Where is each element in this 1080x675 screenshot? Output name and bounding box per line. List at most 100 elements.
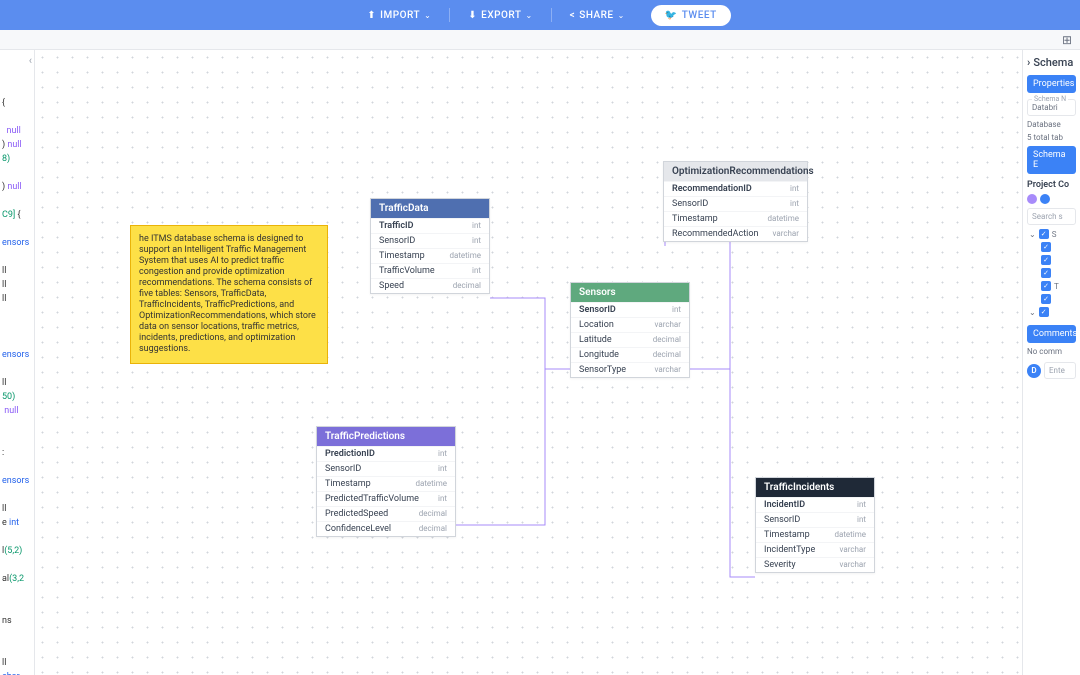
- table-column-row[interactable]: SensorID int: [664, 196, 807, 211]
- table-column-row[interactable]: PredictedTrafficVolumeint: [317, 491, 455, 506]
- table-column-row[interactable]: SensorIDint: [571, 302, 689, 317]
- table-optimizationrecommendations[interactable]: OptimizationRecommendations Recommendati…: [663, 161, 808, 242]
- color-dot-blue[interactable]: [1040, 194, 1050, 204]
- table-column-row[interactable]: Longitudedecimal: [571, 347, 689, 362]
- table-column-row[interactable]: Latitudedecimal: [571, 332, 689, 347]
- collapse-code-icon[interactable]: ‹: [29, 54, 32, 68]
- table-trafficincidents[interactable]: TrafficIncidents IncidentIDintSensorIDin…: [755, 477, 875, 573]
- share-button[interactable]: < SHARE ⌄: [552, 10, 643, 21]
- table-column-row[interactable]: IncidentIDint: [756, 497, 874, 512]
- table-column-row[interactable]: SensorIDint: [756, 512, 874, 527]
- tree-root[interactable]: ⌄✓S: [1027, 229, 1076, 239]
- checkbox-icon[interactable]: ✓: [1039, 229, 1049, 239]
- table-trafficdata[interactable]: TrafficData TrafficIDintSensorIDintTimes…: [370, 198, 490, 294]
- database-label: Database: [1027, 120, 1076, 129]
- column-name: ConfidenceLevel: [325, 524, 391, 534]
- table-column-row[interactable]: SensorTypevarchar: [571, 362, 689, 377]
- chevron-down-icon: ⌄: [1029, 230, 1036, 239]
- table-column-row[interactable]: Locationvarchar: [571, 317, 689, 332]
- schema-note[interactable]: he ITMS database schema is designed to s…: [130, 225, 328, 364]
- table-column-row[interactable]: SensorIDint: [317, 461, 455, 476]
- table-column-row[interactable]: RecommendedActionvarchar: [664, 226, 807, 241]
- table-add-icon[interactable]: ⊞: [1062, 33, 1072, 47]
- table-column-row[interactable]: RecommendationIDint: [664, 181, 807, 196]
- column-type: datetime: [767, 214, 799, 224]
- schema-e-tab[interactable]: Schema E: [1027, 146, 1076, 174]
- column-name: SensorID: [379, 236, 415, 246]
- column-name: Longitude: [579, 350, 619, 360]
- column-type: datetime: [415, 479, 447, 489]
- column-name: Severity: [764, 560, 796, 570]
- chevron-down-icon: ⌄: [1029, 308, 1036, 317]
- checkbox-icon[interactable]: ✓: [1041, 242, 1051, 252]
- comments-header[interactable]: Comments: [1027, 325, 1076, 343]
- table-column-row[interactable]: Timestampdatetime: [756, 527, 874, 542]
- table-column-row[interactable]: IncidentTypevarchar: [756, 542, 874, 557]
- tree-item[interactable]: ✓: [1027, 242, 1076, 252]
- table-column-row[interactable]: ConfidenceLevel decimal: [317, 521, 455, 536]
- table-column-row[interactable]: PredictedSpeeddecimal: [317, 506, 455, 521]
- table-column-row[interactable]: Severityvarchar: [756, 557, 874, 572]
- tweet-button[interactable]: 🐦 TWEET: [651, 5, 731, 26]
- field-label: Schema N: [1032, 95, 1068, 103]
- column-type: varchar: [655, 320, 681, 330]
- column-name: Timestamp: [379, 251, 425, 261]
- import-button[interactable]: ⬆ IMPORT ⌄: [349, 10, 449, 21]
- table-column-row[interactable]: SensorIDint: [371, 233, 489, 248]
- diagram-canvas[interactable]: he ITMS database schema is designed to s…: [35, 50, 1022, 675]
- table-header[interactable]: TrafficIncidents: [756, 478, 874, 497]
- checkbox-icon[interactable]: ✓: [1041, 294, 1051, 304]
- column-type: varchar: [840, 545, 866, 555]
- checkbox-icon[interactable]: ✓: [1041, 255, 1051, 265]
- tree-item[interactable]: ✓: [1027, 294, 1076, 304]
- tree-item[interactable]: ✓: [1027, 255, 1076, 265]
- tree-item[interactable]: ✓: [1027, 268, 1076, 278]
- table-column-row[interactable]: Timestamp datetime: [317, 476, 455, 491]
- column-type: int: [438, 449, 447, 459]
- table-column-row[interactable]: PredictionIDint: [317, 446, 455, 461]
- export-button[interactable]: ⬇ EXPORT ⌄: [450, 10, 550, 21]
- column-type: int: [438, 494, 447, 504]
- comment-input[interactable]: Ente: [1044, 362, 1076, 379]
- column-type: decimal: [453, 281, 481, 291]
- column-type: decimal: [419, 524, 447, 534]
- table-header[interactable]: TrafficPredictions: [317, 427, 455, 446]
- column-type: datetime: [834, 530, 866, 540]
- no-comments-text: No comm: [1027, 347, 1076, 356]
- table-column-row[interactable]: TrafficVolumeint: [371, 263, 489, 278]
- panel-title[interactable]: › Schema: [1027, 56, 1076, 69]
- chevron-down-icon: ⌄: [618, 11, 625, 20]
- search-input[interactable]: Search s: [1027, 208, 1076, 225]
- export-label: EXPORT: [481, 10, 521, 21]
- table-column-row[interactable]: Timestampdatetime: [664, 211, 807, 226]
- column-type: int: [857, 515, 866, 525]
- tree-root-2[interactable]: ⌄✓: [1027, 307, 1076, 317]
- checkbox-icon[interactable]: ✓: [1039, 307, 1049, 317]
- properties-tab[interactable]: Properties: [1027, 75, 1076, 93]
- color-dot-purple[interactable]: [1027, 194, 1037, 204]
- table-header[interactable]: TrafficData: [371, 199, 489, 218]
- share-icon: <: [570, 10, 576, 21]
- table-header[interactable]: Sensors: [571, 283, 689, 302]
- checkbox-icon[interactable]: ✓: [1041, 268, 1051, 278]
- column-type: int: [790, 199, 799, 209]
- share-label: SHARE: [579, 10, 613, 21]
- panel-title-text: Schema: [1033, 56, 1073, 69]
- column-name: SensorID: [672, 199, 708, 209]
- table-trafficpredictions[interactable]: TrafficPredictions PredictionIDintSensor…: [316, 426, 456, 537]
- column-name: Timestamp: [325, 479, 371, 489]
- project-colors-label: Project Co: [1027, 180, 1076, 190]
- field-value: Databri: [1032, 103, 1058, 112]
- table-column-row[interactable]: TrafficIDint: [371, 218, 489, 233]
- table-sensors[interactable]: Sensors SensorIDintLocationvarcharLatitu…: [570, 282, 690, 378]
- checkbox-icon[interactable]: ✓: [1041, 281, 1051, 291]
- column-type: varchar: [773, 229, 799, 239]
- tree-item[interactable]: ✓T: [1027, 281, 1076, 291]
- user-avatar: D: [1027, 364, 1041, 378]
- table-column-row[interactable]: Timestampdatetime: [371, 248, 489, 263]
- column-name: Latitude: [579, 335, 612, 345]
- schema-name-field[interactable]: Schema N Databri: [1027, 99, 1076, 116]
- table-column-row[interactable]: Speeddecimal: [371, 278, 489, 293]
- column-name: PredictedSpeed: [325, 509, 388, 519]
- table-header[interactable]: OptimizationRecommendations: [664, 162, 807, 181]
